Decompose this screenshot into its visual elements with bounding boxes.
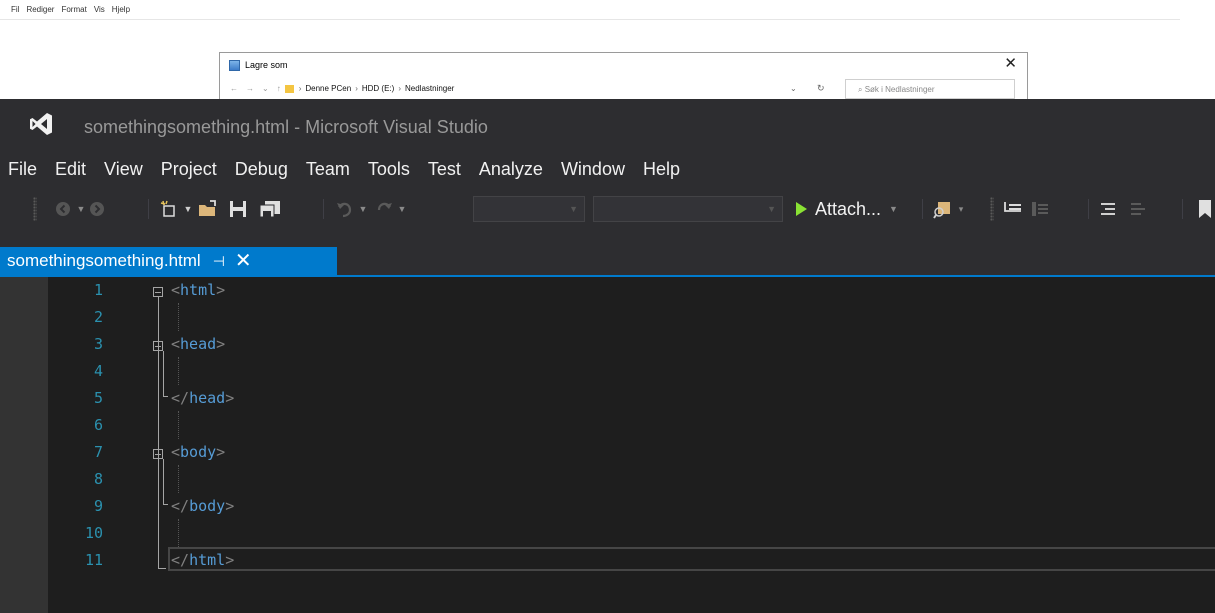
refresh-icon[interactable]: ↻ bbox=[817, 83, 825, 94]
forward-arrow-icon[interactable]: → bbox=[246, 84, 254, 93]
tab-somethingsomething-html[interactable]: somethingsomething.html ⊣ ✕ bbox=[0, 247, 337, 275]
new-project-dropdown-icon[interactable]: ▼ bbox=[183, 195, 193, 223]
search-input[interactable]: ⌕ Søk i Nedlastninger bbox=[845, 79, 1015, 99]
notepad-menu-format[interactable]: Format bbox=[61, 5, 86, 14]
save-icon[interactable] bbox=[225, 195, 251, 223]
tab-label: somethingsomething.html bbox=[7, 251, 201, 270]
undo-icon[interactable] bbox=[333, 195, 357, 223]
code-line[interactable]: <html> bbox=[171, 281, 225, 299]
attach-dropdown-icon[interactable]: ▼ bbox=[889, 204, 898, 214]
comment-icon[interactable] bbox=[1000, 195, 1026, 223]
line-number: 6 bbox=[93, 416, 103, 434]
save-dialog-title: Lagre som bbox=[245, 60, 288, 70]
redo-icon[interactable] bbox=[372, 195, 396, 223]
chevron-down-icon[interactable]: ⌄ bbox=[790, 84, 797, 93]
collapse-html-icon[interactable] bbox=[153, 287, 163, 297]
line-number: 5 bbox=[93, 389, 103, 407]
indicator-margin[interactable] bbox=[0, 277, 48, 613]
menu-debug[interactable]: Debug bbox=[226, 159, 297, 180]
solution-platforms-select[interactable]: ▼ bbox=[593, 196, 783, 222]
attach-button[interactable]: Attach... ▼ bbox=[796, 195, 898, 223]
close-icon[interactable]: ✕ bbox=[1004, 56, 1017, 71]
standard-toolbar: ▼ ▼ ▼ ▼ ▼ ▼ Attach... ▼ ▾ bbox=[0, 195, 1215, 223]
notepad-menu-edit[interactable]: Rediger bbox=[26, 5, 54, 14]
line-number: 9 bbox=[93, 497, 103, 515]
window-title: somethingsomething.html - Microsoft Visu… bbox=[84, 117, 488, 137]
menu-edit[interactable]: Edit bbox=[46, 159, 95, 180]
menu-window[interactable]: Window bbox=[552, 159, 634, 180]
toolbar-grip[interactable] bbox=[33, 197, 37, 221]
menu-view[interactable]: View bbox=[95, 159, 152, 180]
outdent-icon[interactable] bbox=[1126, 195, 1150, 223]
attach-label: Attach... bbox=[815, 198, 882, 219]
menu-test[interactable]: Test bbox=[419, 159, 470, 180]
breadcrumb-this-pc[interactable]: Denne PCen bbox=[305, 84, 351, 93]
up-arrow-icon[interactable]: ↑ bbox=[277, 84, 281, 93]
solution-configurations-select[interactable]: ▼ bbox=[473, 196, 585, 222]
visual-studio-logo-icon bbox=[28, 111, 54, 137]
undo-dropdown-icon[interactable]: ▼ bbox=[358, 195, 368, 223]
code-line[interactable]: </head> bbox=[171, 389, 234, 407]
notepad-menu-view[interactable]: Vis bbox=[94, 5, 105, 14]
back-icon[interactable] bbox=[52, 195, 74, 223]
save-dialog-icon bbox=[229, 60, 240, 71]
visual-studio-window: somethingsomething.html - Microsoft Visu… bbox=[0, 99, 1215, 613]
line-number: 3 bbox=[93, 335, 103, 353]
line-number: 2 bbox=[93, 308, 103, 326]
breadcrumb-drive[interactable]: HDD (E:) bbox=[362, 84, 394, 93]
uncomment-icon[interactable] bbox=[1028, 195, 1052, 223]
menu-tools[interactable]: Tools bbox=[359, 159, 419, 180]
code-line[interactable]: <head> bbox=[171, 335, 225, 353]
new-project-icon[interactable] bbox=[156, 195, 182, 223]
indent-icon[interactable] bbox=[1096, 195, 1120, 223]
line-number: 8 bbox=[93, 470, 103, 488]
code-editor[interactable]: 1 2 3 4 5 6 7 8 9 10 11 <html> <head> </… bbox=[0, 277, 1215, 613]
play-icon bbox=[796, 202, 807, 216]
find-in-files-icon[interactable] bbox=[930, 195, 956, 223]
chevron-down-icon: ▼ bbox=[569, 204, 578, 214]
address-bar[interactable]: ← → ⌄ ↑ › Denne PCen › HDD (E:) › Nedlas… bbox=[230, 84, 458, 93]
back-arrow-icon[interactable]: ← bbox=[230, 84, 238, 93]
line-number: 7 bbox=[93, 443, 103, 461]
current-line-highlight bbox=[168, 547, 1215, 571]
code-line[interactable]: <body> bbox=[171, 443, 225, 461]
search-icon: ⌕ bbox=[858, 85, 865, 94]
redo-dropdown-icon[interactable]: ▼ bbox=[397, 195, 407, 223]
open-file-icon[interactable] bbox=[195, 195, 221, 223]
pin-icon[interactable]: ⊣ bbox=[213, 253, 225, 270]
breadcrumb-downloads[interactable]: Nedlastninger bbox=[405, 84, 454, 93]
notepad-menu-help[interactable]: Hjelp bbox=[112, 5, 130, 14]
code-line[interactable]: </html> bbox=[171, 551, 234, 569]
line-number: 10 bbox=[84, 524, 103, 542]
notepad-menu-file[interactable]: Fil bbox=[11, 5, 19, 14]
menu-analyze[interactable]: Analyze bbox=[470, 159, 552, 180]
menu-project[interactable]: Project bbox=[152, 159, 226, 180]
line-number: 4 bbox=[93, 362, 103, 380]
recent-dropdown-icon[interactable]: ⌄ bbox=[262, 84, 269, 93]
save-all-icon[interactable] bbox=[255, 195, 285, 223]
search-placeholder: Søk i Nedlastninger bbox=[864, 85, 935, 94]
menu-team[interactable]: Team bbox=[297, 159, 359, 180]
forward-icon[interactable] bbox=[86, 195, 108, 223]
folder-icon bbox=[284, 84, 294, 93]
overflow-dropdown-icon[interactable]: ▾ bbox=[956, 195, 966, 223]
menu-help[interactable]: Help bbox=[634, 159, 689, 180]
line-number: 1 bbox=[93, 281, 103, 299]
vs-menubar: File Edit View Project Debug Team Tools … bbox=[0, 155, 689, 183]
close-icon[interactable]: ✕ bbox=[235, 251, 252, 271]
back-dropdown-icon[interactable]: ▼ bbox=[76, 195, 86, 223]
toolbar-grip[interactable] bbox=[990, 197, 994, 221]
menu-file[interactable]: File bbox=[0, 159, 46, 180]
notepad-menubar: Fil Rediger Format Vis Hjelp bbox=[0, 0, 1180, 20]
line-number: 11 bbox=[84, 551, 103, 569]
chevron-down-icon: ▼ bbox=[767, 204, 776, 214]
code-line[interactable]: </body> bbox=[171, 497, 234, 515]
bookmark-icon[interactable] bbox=[1194, 195, 1215, 223]
